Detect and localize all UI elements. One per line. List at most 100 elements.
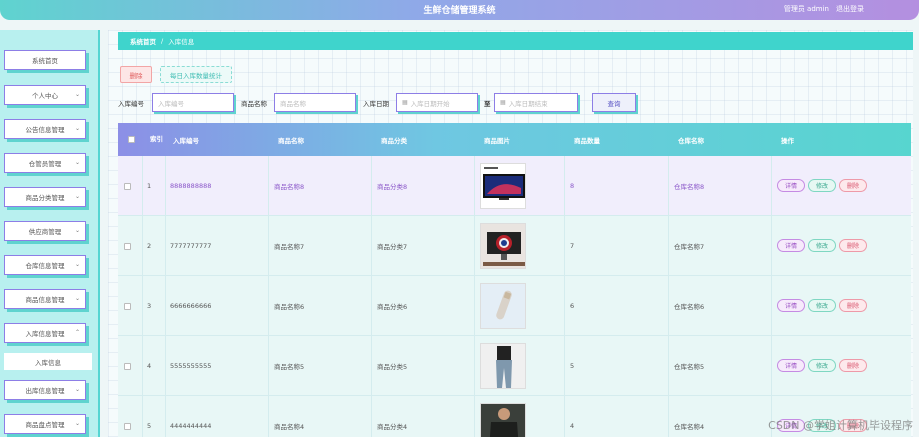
row-code: 7777777777	[170, 242, 212, 250]
sidebar-item-label: 公告信息管理	[25, 126, 65, 134]
table-row: 2 7777777777 商品名称7 商品分类7 7 仓库名称7 详情 修改 删…	[118, 216, 911, 276]
device-icon	[480, 283, 526, 329]
row-qty: 4	[570, 422, 575, 430]
edit-button[interactable]: 修改	[808, 179, 836, 192]
sidebar-item-inventory[interactable]: 商品盘点管理 ⌄	[4, 414, 86, 434]
chevron-up-icon: ⌃	[74, 329, 80, 336]
row-image[interactable]	[480, 396, 526, 437]
col-image: 商品图片	[484, 136, 510, 145]
detail-button[interactable]: 详情	[777, 359, 805, 372]
row-delete-button[interactable]: 删除	[839, 359, 867, 372]
sidebar-item-label: 商品盘点管理	[25, 421, 65, 429]
row-checkbox[interactable]	[124, 276, 131, 336]
sidebar-subitem-inbound-info[interactable]: 入库信息	[4, 353, 92, 370]
sidebar-item-label: 出库信息管理	[25, 387, 65, 395]
date-start-input[interactable]: ▦ 入库日期开始	[396, 93, 478, 112]
sidebar-item-label: 系统首页	[32, 57, 58, 65]
col-qty: 商品数量	[574, 136, 600, 145]
sidebar-item-keeper[interactable]: 仓管员管理 ⌄	[4, 153, 86, 173]
row-image[interactable]	[480, 276, 526, 336]
watermark: CSDN @学姐计算机毕设程序	[768, 419, 913, 432]
row-checkbox[interactable]	[124, 156, 131, 216]
col-code: 入库编号	[173, 136, 199, 145]
sidebar-item-category[interactable]: 商品分类管理 ⌄	[4, 187, 86, 207]
breadcrumb-separator: /	[161, 37, 164, 45]
row-checkbox[interactable]	[124, 336, 131, 396]
monitor-icon	[480, 223, 526, 269]
date-start-placeholder: 入库日期开始	[410, 99, 450, 108]
breadcrumb-current: 入库信息	[168, 38, 195, 46]
date-end-input[interactable]: ▦ 入库日期结束	[494, 93, 578, 112]
row-qty: 5	[570, 362, 575, 370]
sidebar-item-label: 供应商管理	[28, 228, 62, 236]
row-category: 商品分类8	[377, 183, 408, 191]
sidebar-item-home[interactable]: 系统首页	[4, 50, 86, 70]
select-all-checkbox[interactable]	[128, 123, 135, 156]
sidebar-item-label: 商品分类管理	[25, 194, 65, 202]
date-end-placeholder: 入库日期结束	[508, 99, 548, 108]
code-input[interactable]: 入库编号	[152, 93, 234, 112]
col-actions: 操作	[781, 136, 794, 145]
name-placeholder: 商品名称	[280, 99, 306, 108]
sidebar-item-outbound[interactable]: 出库信息管理 ⌄	[4, 380, 86, 400]
chevron-down-icon: ⌄	[74, 125, 80, 132]
row-warehouse: 仓库名称4	[674, 423, 705, 431]
row-code: 6666666666	[170, 302, 212, 310]
row-delete-button[interactable]: 删除	[839, 299, 867, 312]
to-label: 至	[484, 100, 491, 108]
row-warehouse: 仓库名称8	[674, 183, 705, 191]
table-header: 索引 入库编号 商品名称 商品分类 商品图片 商品数量 仓库名称 操作	[118, 123, 911, 156]
edit-button[interactable]: 修改	[808, 299, 836, 312]
daily-stat-button[interactable]: 每日入库数量统计	[160, 66, 232, 83]
app-title: 生鲜仓储管理系统	[423, 6, 496, 16]
row-image[interactable]	[480, 156, 526, 216]
sidebar-item-supplier[interactable]: 供应商管理 ⌄	[4, 221, 86, 241]
row-index: 1	[147, 182, 152, 190]
col-warehouse: 仓库名称	[678, 136, 704, 145]
chevron-down-icon: ⌄	[74, 227, 80, 234]
sidebar-item-warehouse[interactable]: 仓库信息管理 ⌄	[4, 255, 86, 275]
calendar-icon: ▦	[500, 99, 506, 106]
sidebar-item-label: 仓管员管理	[28, 160, 62, 168]
edit-button[interactable]: 修改	[808, 239, 836, 252]
row-name: 商品名称8	[274, 183, 305, 191]
delete-button[interactable]: 删除	[120, 66, 152, 83]
query-button[interactable]: 查询	[592, 93, 636, 112]
row-delete-button[interactable]: 删除	[839, 239, 867, 252]
row-checkbox[interactable]	[124, 396, 131, 437]
sidebar-item-goods[interactable]: 商品信息管理 ⌄	[4, 289, 86, 309]
sidebar-item-inbound[interactable]: 入库信息管理 ⌃	[4, 323, 86, 343]
row-image[interactable]	[480, 336, 526, 396]
row-index: 3	[147, 302, 152, 310]
detail-button[interactable]: 详情	[777, 299, 805, 312]
name-input[interactable]: 商品名称	[274, 93, 356, 112]
row-index: 4	[147, 362, 152, 370]
chevron-down-icon: ⌄	[74, 159, 80, 166]
row-warehouse: 仓库名称7	[674, 243, 705, 251]
sidebar-item-label: 商品信息管理	[25, 296, 65, 304]
detail-button[interactable]: 详情	[777, 239, 805, 252]
row-name: 商品名称7	[274, 243, 305, 251]
main-content: 系统首页 / 入库信息 删除 每日入库数量统计 入库编号 入库编号 商品名称 商…	[108, 30, 913, 437]
table-row: 1 8888888888 商品名称8 商品分类8 8 仓库名称8 详情 修改 删…	[118, 156, 911, 216]
row-name: 商品名称5	[274, 363, 305, 371]
table-row: 3 6666666666 商品名称6 商品分类6 6 仓库名称6 详情 修改 删…	[118, 276, 911, 336]
chevron-down-icon: ⌄	[74, 420, 80, 427]
row-delete-button[interactable]: 删除	[839, 179, 867, 192]
row-index: 2	[147, 242, 152, 250]
sidebar: 系统首页 个人中心 ⌄ 公告信息管理 ⌄ 仓管员管理 ⌄ 商品分类管理 ⌄ 供应商管理 ⌄…	[0, 30, 100, 437]
row-checkbox[interactable]	[124, 216, 131, 276]
edit-button[interactable]: 修改	[808, 359, 836, 372]
breadcrumb: 系统首页 / 入库信息	[118, 32, 913, 50]
sidebar-item-label: 仓库信息管理	[25, 262, 65, 270]
row-name: 商品名称4	[274, 423, 305, 431]
logout-link[interactable]: 退出登录	[836, 4, 864, 14]
col-category: 商品分类	[381, 136, 407, 145]
date-label: 入库日期	[363, 100, 389, 108]
breadcrumb-home[interactable]: 系统首页	[130, 36, 156, 46]
sidebar-item-notice[interactable]: 公告信息管理 ⌄	[4, 119, 86, 139]
sidebar-item-profile[interactable]: 个人中心 ⌄	[4, 85, 86, 105]
row-image[interactable]	[480, 216, 526, 276]
name-label: 商品名称	[241, 100, 267, 108]
detail-button[interactable]: 详情	[777, 179, 805, 192]
